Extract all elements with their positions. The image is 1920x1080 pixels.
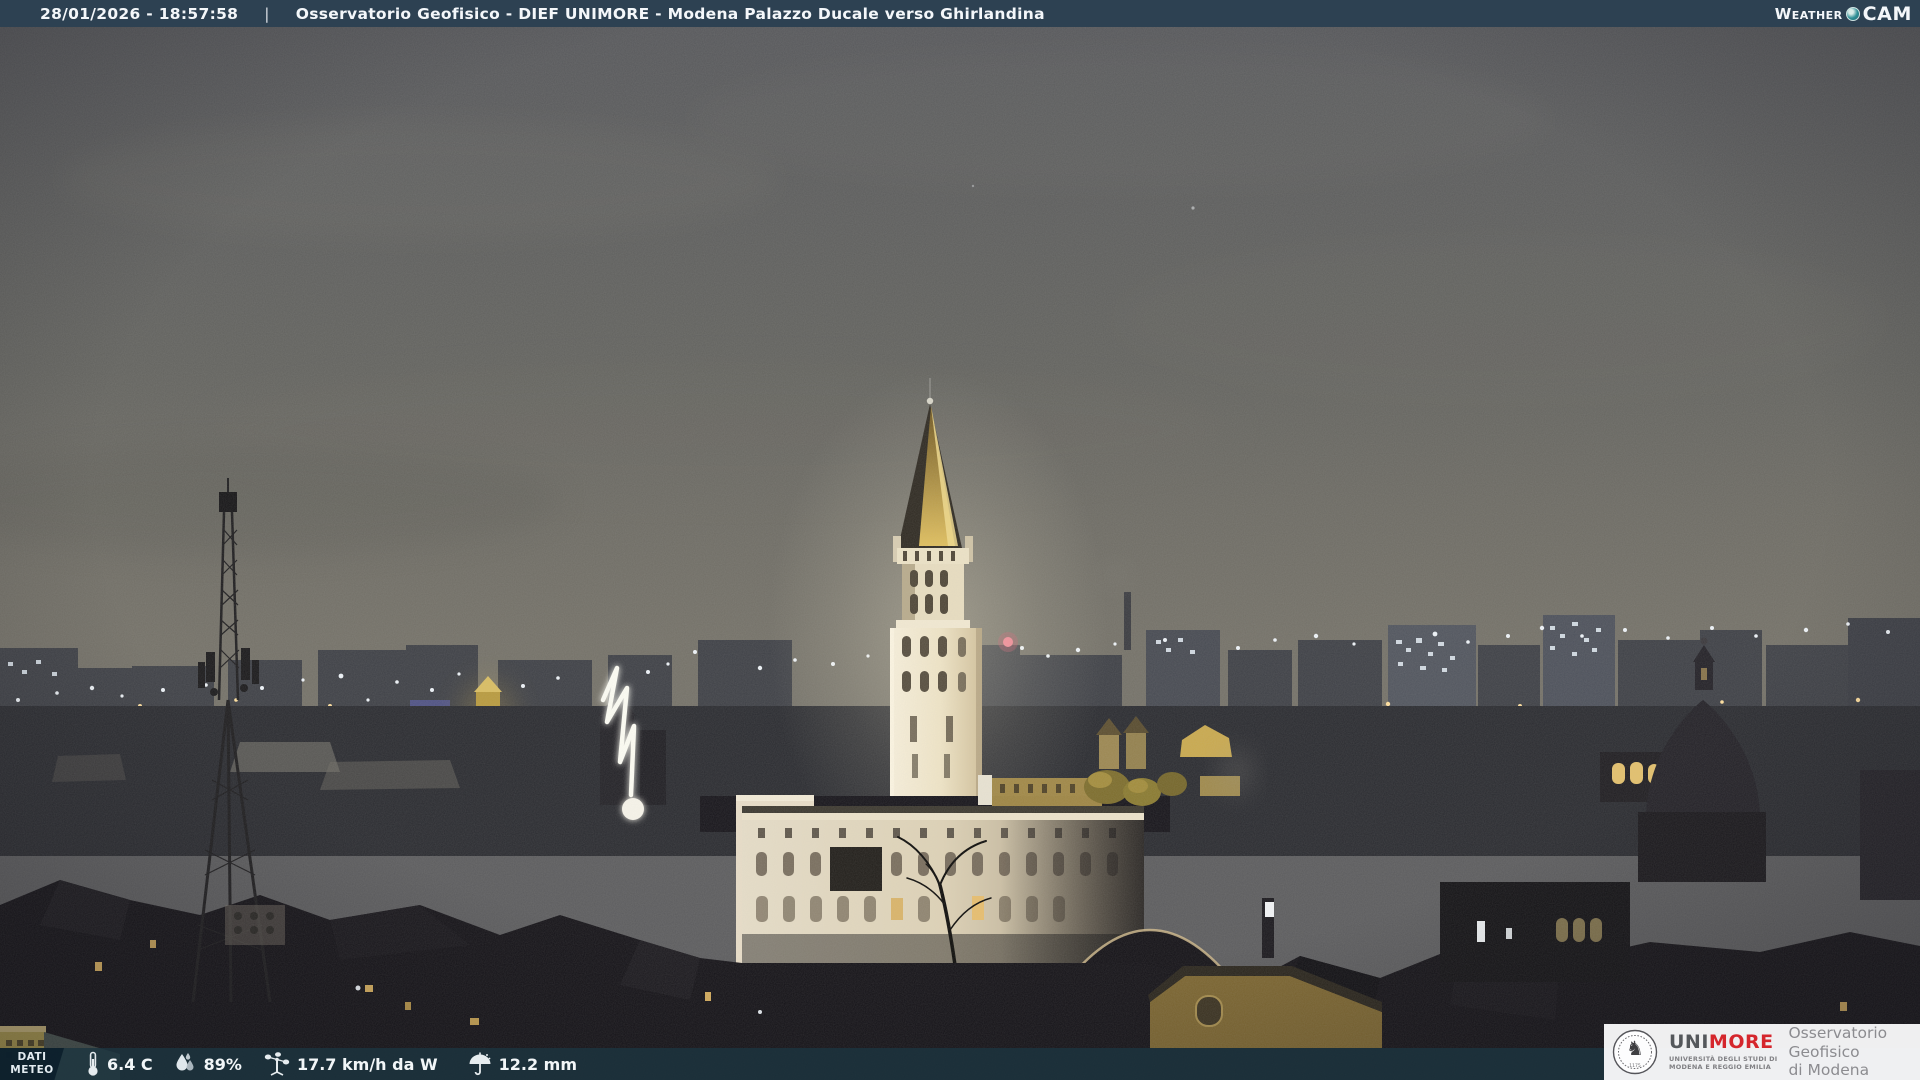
weathercam-cam-text: CAM <box>1862 2 1912 25</box>
webcam-photo <box>0 0 1920 1080</box>
thermometer-icon <box>88 1051 98 1076</box>
umbrella-icon <box>469 1052 491 1076</box>
weathercam-weather-text: Weather <box>1774 4 1843 23</box>
meteo-label: METEO <box>10 1064 54 1076</box>
temperature-value: 6.4 C <box>107 1054 153 1074</box>
seal-knight-glyph: ♞ <box>1626 1036 1644 1060</box>
observatory-name: Osservatorio Geofisico di Modena <box>1788 1024 1888 1080</box>
vignette <box>0 0 1920 1080</box>
webcam-page: 28/01/2026 - 18:57:58 | Osservatorio Geo… <box>0 0 1920 1080</box>
temperature-reading: 6.4 C <box>86 1051 153 1077</box>
wind-value: 17.7 km/h da W <box>296 1054 438 1074</box>
dati-label: DATI <box>17 1051 47 1064</box>
header-bar: 28/01/2026 - 18:57:58 | Osservatorio Geo… <box>0 0 1920 27</box>
university-line1: UNIVERSITÀ DEGLI STUDI DI <box>1669 1054 1778 1063</box>
university-line2: MODENA E REGGIO EMILIA <box>1669 1063 1772 1071</box>
rain-value: 12.2 mm <box>498 1054 577 1074</box>
unimore-uni-text: UNI <box>1669 1030 1709 1053</box>
camera-title: Osservatorio Geofisico - DIEF UNIMORE - … <box>295 4 1045 23</box>
seal-year: 1175 <box>1629 1064 1641 1069</box>
unimore-wordmark: UNIMORE UNIVERSITÀ DEGLI STUDI DI MODENA… <box>1669 1030 1778 1072</box>
weathercam-logo[interactable]: Weather CAM <box>1775 3 1912 25</box>
humidity-drops-icon <box>176 1053 194 1071</box>
unimore-more-text: MORE <box>1708 1030 1774 1053</box>
wind-reading: 17.7 km/h da W <box>264 1052 438 1076</box>
humidity-value: 89% <box>203 1054 242 1074</box>
unimore-credit[interactable]: ♞ 1175 UNIMORE UNIVERSITÀ DEGLI STUDI DI… <box>1604 1024 1920 1080</box>
rain-reading: 12.2 mm <box>468 1052 577 1076</box>
anemometer-icon <box>264 1052 290 1076</box>
camera-lens-icon <box>1845 6 1860 21</box>
unimore-seal-icon: ♞ 1175 <box>1612 1029 1658 1075</box>
humidity-reading: 89% <box>173 1052 242 1076</box>
dati-meteo-tab: DATI METEO <box>0 1048 64 1080</box>
timestamp: 28/01/2026 - 18:57:58 <box>40 4 239 23</box>
separator: | <box>264 4 270 23</box>
